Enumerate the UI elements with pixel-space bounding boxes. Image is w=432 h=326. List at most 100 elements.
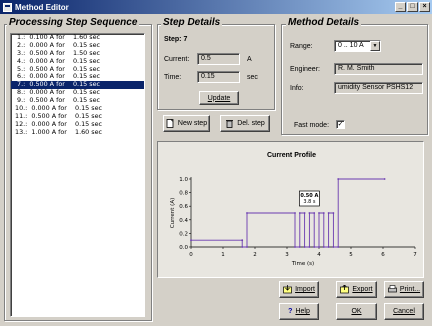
data-point [383, 178, 386, 180]
range-label: Range: [290, 43, 313, 50]
engineer-label: Engineer: [290, 66, 320, 73]
range-value: 0 .. 10 A [338, 42, 364, 49]
time-label: Time: [164, 74, 182, 81]
x-tick-label: 1 [221, 252, 225, 258]
import-label: Import [295, 286, 315, 293]
y-tick-label: 0.0 [179, 245, 188, 251]
x-tick-label: 0 [189, 252, 193, 258]
data-point [294, 212, 296, 214]
import-button[interactable]: Import [279, 281, 319, 298]
y-tick-label: 0.6 [179, 204, 188, 210]
x-axis-label: Time (s) [291, 261, 314, 267]
y-tick-label: 0.8 [179, 191, 188, 197]
print-label: Print... [399, 286, 421, 293]
current-series-line [191, 178, 385, 248]
time-field[interactable]: 0.15 [197, 71, 240, 83]
method-details-title: Method Details [286, 17, 362, 28]
title-bar[interactable]: Method Editor _ □ × [0, 0, 432, 14]
x-tick-label: 3 [285, 252, 289, 258]
data-point [327, 212, 330, 214]
data-point [332, 212, 335, 214]
delete-step-label: Del. step [237, 120, 265, 127]
ok-button[interactable]: OK [336, 303, 377, 320]
cancel-button[interactable]: Cancel [384, 303, 424, 320]
window-controls: _ □ × [395, 2, 430, 12]
help-button[interactable]: ? Help [279, 303, 319, 320]
x-tick-label: 4 [317, 252, 321, 258]
data-point [294, 246, 296, 248]
current-label: Current: [164, 56, 190, 63]
range-select[interactable]: 0 .. 10 A ▼ [334, 40, 381, 52]
data-point [318, 246, 320, 248]
current-profile-chart: 0 1 2 3 4 5 6 7 0.0 0.2 0.4 0.6 0.8 1.0 Time (s) Curren… [170, 177, 417, 267]
chevron-down-icon[interactable]: ▼ [370, 41, 380, 51]
step-number-label: Step: 7 [164, 36, 188, 43]
x-tick-label: 7 [413, 252, 417, 258]
trash-icon [226, 120, 234, 128]
sequence-group-title: Processing Step Sequence [7, 17, 140, 28]
y-tick-label: 1.0 [179, 177, 188, 183]
list-item[interactable]: 13.: 1.000 A for 1.60 sec [11, 128, 144, 137]
data-point [298, 246, 301, 248]
current-unit: A [247, 56, 252, 63]
info-label: Info: [290, 85, 304, 92]
data-point [337, 246, 340, 248]
help-label: Help [295, 308, 310, 315]
y-tick-label: 0.2 [179, 231, 188, 237]
step-sequence-list[interactable]: 1.: 0.100 A for 1.60 sec 2.: 0.000 A for… [10, 33, 145, 317]
time-unit: sec [247, 74, 258, 81]
fast-mode-checkbox[interactable]: ✓ [336, 120, 345, 129]
data-point [241, 246, 244, 248]
minimize-button[interactable]: _ [395, 2, 406, 12]
data-point [308, 246, 311, 248]
method-editor-window: Method Editor _ □ × Processing Step Sequ… [0, 0, 432, 326]
data-point [313, 212, 316, 214]
current-profile-panel: Current Profile 0 1 2 3 4 5 6 7 0.0 0.2 0.4 0.6 0.8 1… [157, 141, 424, 278]
y-tick-label: 0.4 [179, 218, 188, 224]
x-tick-label: 6 [381, 252, 385, 258]
print-button[interactable]: Print... [384, 281, 424, 298]
data-point [322, 246, 325, 248]
info-field[interactable]: umidity Sensor PSHS12 [334, 82, 423, 94]
data-point [337, 178, 340, 180]
data-point [308, 212, 311, 214]
data-point [246, 212, 248, 214]
export-button[interactable]: Export [336, 281, 377, 298]
x-tick-label: 2 [253, 252, 257, 258]
new-step-label: New step [177, 120, 208, 127]
new-step-button[interactable]: New step [163, 115, 210, 132]
fast-mode-label: Fast mode: [294, 122, 330, 129]
data-point [303, 212, 306, 214]
data-point [303, 246, 306, 248]
maximize-button[interactable]: □ [407, 2, 418, 12]
data-point [298, 212, 301, 214]
window-title: Method Editor [15, 2, 69, 12]
data-point [327, 246, 330, 248]
data-point [322, 212, 325, 214]
export-label: Export [352, 286, 373, 293]
data-point [332, 246, 335, 248]
close-button[interactable]: × [419, 2, 430, 12]
y-axis-label: Current (A) [170, 198, 176, 228]
delete-step-button[interactable]: Del. step [220, 115, 270, 132]
x-tick-label: 5 [349, 252, 353, 258]
cancel-label: Cancel [393, 308, 415, 315]
tooltip-time: 3.8 s [303, 199, 316, 205]
data-point [246, 246, 248, 248]
data-point [318, 212, 320, 214]
app-icon [3, 2, 12, 12]
new-page-icon [166, 119, 174, 128]
data-point [313, 246, 316, 248]
export-icon [340, 285, 350, 294]
printer-icon [388, 285, 397, 293]
data-point [190, 239, 192, 242]
import-icon [283, 285, 292, 294]
step-details-title: Step Details [161, 17, 223, 28]
update-button-label: Update [207, 94, 231, 102]
update-button[interactable]: Update [199, 91, 239, 105]
engineer-field[interactable]: R. M. Smith [334, 63, 423, 75]
ok-label: OK [351, 308, 362, 315]
data-point [241, 239, 244, 242]
current-field[interactable]: 0.5 [197, 53, 240, 65]
question-icon: ? [288, 308, 293, 315]
